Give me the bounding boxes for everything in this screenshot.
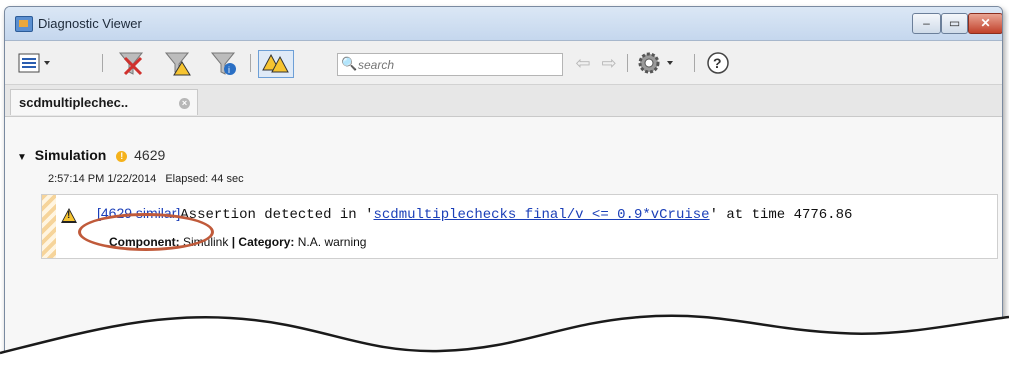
minimize-button[interactable]: ‒ [912, 13, 941, 34]
gear-icon [638, 52, 673, 74]
toolbar-separator [102, 54, 103, 72]
warning-count: 4629 [134, 147, 166, 163]
settings-button[interactable] [635, 50, 679, 76]
search-input[interactable] [356, 55, 560, 74]
maximize-button[interactable]: ▭ [941, 13, 968, 34]
forward-button[interactable]: ⇨ [598, 50, 620, 76]
warning-count-icon: ! [116, 151, 128, 162]
collapse-caret-icon[interactable]: ▼ [17, 152, 27, 163]
clear-filter-button[interactable] [115, 50, 149, 76]
category-label: Category: [238, 235, 295, 249]
close-button[interactable]: ✕ [968, 13, 1002, 34]
search-icon: 🔍 [341, 56, 358, 71]
run-timestamp: 2:57:14 PM 1/22/2014 [48, 173, 157, 185]
toolbar-separator [250, 54, 251, 72]
group-warnings-button[interactable] [258, 50, 294, 78]
info-filter-button[interactable]: i [207, 50, 241, 76]
warning-stripe [42, 195, 56, 258]
group-warnings-icon [262, 53, 289, 73]
run-meta: 2:57:14 PM 1/22/2014 Elapsed: 44 sec [48, 173, 250, 185]
app-icon [15, 16, 33, 32]
help-icon: ? [707, 52, 729, 74]
message-suffix: ' at time 4776.86 [709, 207, 853, 223]
title-bar[interactable]: Diagnostic Viewer ‒ ▭ ✕ [5, 7, 1002, 41]
window-title: Diagnostic Viewer [38, 16, 142, 31]
toolbar: i 🔍 ⇦ ⇨ ? [5, 41, 1002, 85]
run-elapsed: Elapsed: 44 sec [165, 173, 244, 185]
run-label: Simulation [34, 147, 107, 163]
warning-icon-mark: ! [67, 210, 71, 221]
detail-separator: | [231, 235, 236, 249]
warning-filter-icon [164, 52, 191, 76]
block-path-link[interactable]: scdmultiplechecks final/v <= 0.9*vCruise [374, 207, 710, 223]
tab-strip: scdmultiplechec.. × [5, 85, 1002, 117]
search-field[interactable]: 🔍 [337, 53, 563, 76]
view-menu-button[interactable] [15, 50, 55, 76]
toolbar-separator [627, 54, 628, 72]
list-view-icon [18, 53, 50, 73]
arrow-left-icon: ⇦ [575, 52, 591, 73]
message-prefix: Assertion detected in ' [180, 207, 374, 223]
info-filter-icon: i [210, 52, 236, 75]
tab-close-icon[interactable]: × [179, 98, 190, 109]
message-text: [4629 similar]Assertion detected in 'scd… [97, 205, 852, 223]
help-button[interactable]: ? [705, 50, 731, 76]
warning-filter-button[interactable] [161, 50, 195, 76]
toolbar-separator [694, 54, 695, 72]
highlight-circle [78, 213, 214, 251]
simulation-run-header[interactable]: ▼ Simulation ! 4629 [17, 147, 165, 163]
torn-edge [0, 314, 1009, 377]
arrow-right-icon: ⇨ [601, 52, 617, 73]
tab-label: scdmultiplechec.. [19, 95, 129, 110]
clear-filter-icon [118, 52, 144, 76]
svg-text:i: i [228, 65, 230, 75]
back-button[interactable]: ⇦ [572, 50, 594, 76]
category-value: N.A. warning [297, 235, 367, 249]
tab-scdmultiplechecks[interactable]: scdmultiplechec.. × [10, 89, 198, 115]
svg-text:?: ? [713, 55, 722, 71]
